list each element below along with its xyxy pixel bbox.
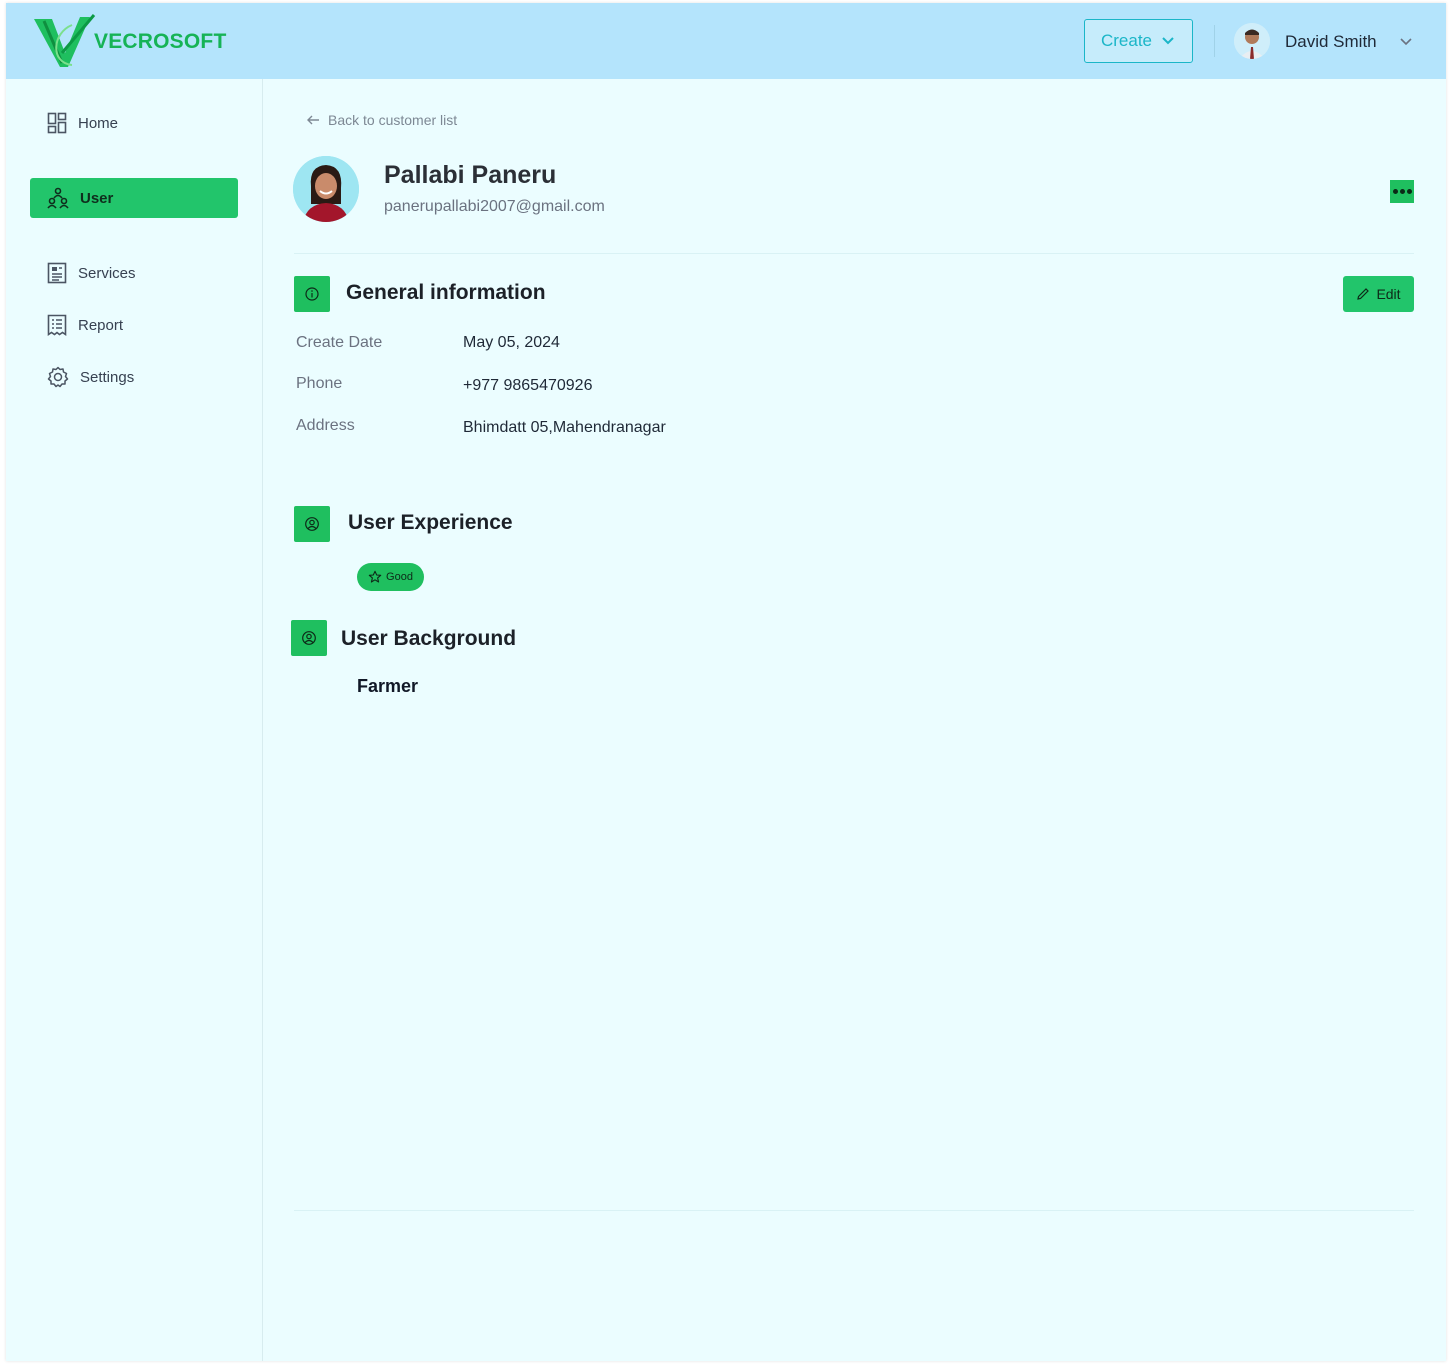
gear-icon: [47, 366, 69, 388]
general-info-title: General information: [346, 281, 546, 304]
header-divider: [1214, 25, 1215, 57]
create-date-label: Create Date: [296, 334, 383, 351]
address-label: Address: [296, 417, 355, 434]
profile-name: Pallabi Paneru: [384, 161, 557, 189]
create-label: Create: [1100, 31, 1153, 50]
phone-label: Phone: [296, 375, 343, 392]
user-experience-title: User Experience: [348, 511, 513, 534]
background-section-icon: [291, 620, 327, 656]
more-options-button[interactable]: [1390, 180, 1414, 203]
back-link[interactable]: Back to customer list: [306, 112, 457, 128]
info-section-icon: [294, 276, 330, 312]
chevron-down-icon: [1162, 37, 1174, 45]
arrow-left-icon: [307, 115, 319, 125]
avatar-portrait-icon: [1234, 23, 1270, 59]
edit-button[interactable]: Edit: [1343, 276, 1414, 312]
profile-avatar: [293, 156, 359, 222]
app-window: VECROSOFT Create David Smith Home User S…: [6, 3, 1446, 1361]
sidebar-item-label: Home: [78, 114, 119, 132]
create-button[interactable]: Create: [1084, 19, 1193, 63]
top-header: VECROSOFT Create David Smith: [6, 3, 1446, 79]
info-icon: [305, 287, 319, 301]
brand-logo[interactable]: VECROSOFT: [32, 13, 226, 71]
star-icon: [368, 570, 382, 583]
background-value: Farmer: [357, 676, 419, 696]
dashboard-icon: [47, 112, 67, 134]
phone-value: +977 9865470926: [463, 377, 593, 394]
user-circle-icon: [305, 517, 319, 531]
edit-label: Edit: [1376, 286, 1401, 302]
sidebar-item-settings[interactable]: Settings: [30, 357, 238, 397]
user-circle-icon: [302, 631, 316, 645]
create-date-value: May 05, 2024: [463, 334, 560, 351]
dot-icon: [1399, 189, 1405, 194]
user-background-title: User Background: [341, 627, 517, 650]
dot-icon: [1406, 189, 1412, 194]
experience-section-icon: [294, 506, 330, 542]
pencil-icon: [1357, 288, 1370, 300]
receipt-icon: [47, 314, 67, 336]
experience-badge: Good: [357, 563, 424, 591]
user-name[interactable]: David Smith: [1285, 32, 1377, 52]
address-value: Bhimdatt 05,Mahendranagar: [463, 419, 666, 436]
profile-portrait-icon: [293, 156, 359, 222]
dot-icon: [1392, 189, 1398, 194]
divider: [294, 253, 1414, 254]
users-icon: [47, 187, 69, 209]
document-icon: [47, 262, 67, 284]
sidebar-item-home[interactable]: Home: [30, 103, 238, 143]
badge-label: Good: [386, 571, 413, 583]
sidebar-item-label: Services: [78, 264, 136, 282]
back-link-label: Back to customer list: [328, 112, 458, 128]
sidebar-item-user[interactable]: User: [30, 178, 238, 218]
sidebar-item-services[interactable]: Services: [30, 253, 238, 293]
logo-mark-icon: [34, 14, 96, 67]
sidebar-item-report[interactable]: Report: [30, 305, 238, 345]
user-avatar[interactable]: [1234, 23, 1270, 59]
profile-email: panerupallabi2007@gmail.com: [384, 198, 605, 215]
user-menu-chevron-icon[interactable]: [1398, 33, 1414, 49]
brand-name: VECROSOFT: [94, 30, 227, 53]
sidebar-item-label: Report: [78, 316, 124, 334]
sidebar: Home User Services Report Settings: [6, 79, 263, 1361]
sidebar-item-label: Settings: [80, 368, 135, 386]
footer-divider: [294, 1210, 1414, 1211]
sidebar-item-label: User: [80, 189, 114, 207]
